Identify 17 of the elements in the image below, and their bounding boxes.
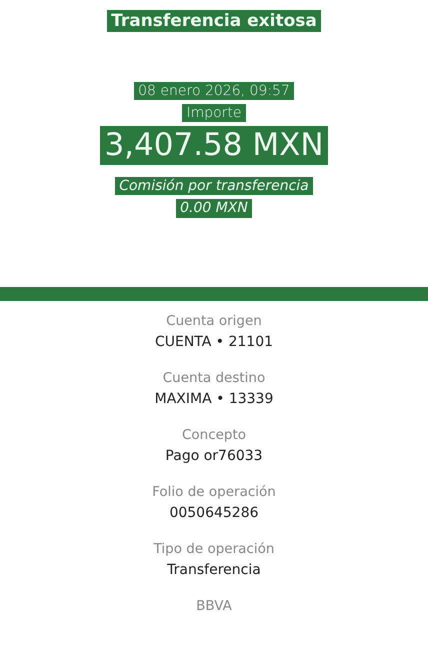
- screen-title: Transferencia exitosa: [107, 10, 321, 32]
- detail-value: CUENTA • 21101: [154, 334, 274, 350]
- fee-value: 0.00 MXN: [176, 199, 252, 218]
- detail-label: Folio de operación: [152, 484, 276, 500]
- bank-name: BBVA: [196, 598, 232, 614]
- detail-value: MAXIMA • 13339: [154, 391, 274, 407]
- detail-value: Pago or76033: [165, 448, 263, 464]
- detail-label: Cuenta destino: [162, 370, 266, 386]
- detail-label: Concepto: [182, 427, 246, 443]
- detail-value: Transferencia: [167, 562, 261, 578]
- amount-label: Importe: [182, 104, 246, 122]
- amount-value: 3,407.58 MXN: [100, 126, 328, 166]
- fee-label: Comisión por transferencia: [115, 177, 313, 196]
- detail-label: Tipo de operación: [154, 541, 274, 557]
- transfer-date: 08 enero 2026, 09:57: [134, 82, 294, 100]
- detail-value: 0050645286: [169, 505, 259, 521]
- detail-label: Cuenta origen: [166, 313, 262, 329]
